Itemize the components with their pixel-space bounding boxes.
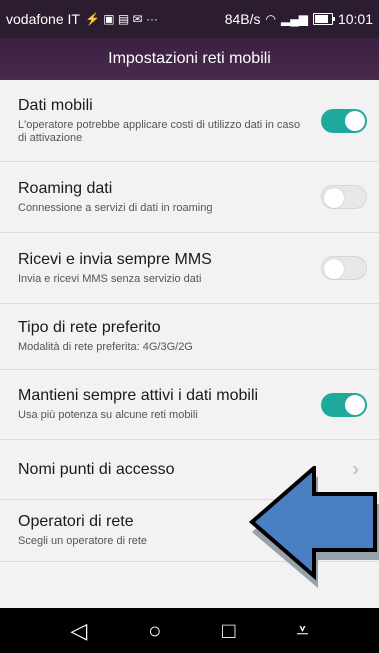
- setting-title: Roaming dati: [18, 179, 113, 197]
- setting-preferred-network[interactable]: Tipo di rete preferito Modalità di rete …: [0, 304, 379, 370]
- setting-subtitle: Connessione a servizi di dati in roaming: [18, 201, 213, 214]
- left-arrow-annotation-icon: [248, 466, 379, 588]
- setting-subtitle: Usa più potenza su alcune reti mobili: [18, 409, 198, 421]
- setting-subtitle: L'operatore potrebbe applicare costi di …: [18, 118, 301, 144]
- notification-pull-icon[interactable]: ⩡: [296, 619, 308, 642]
- always-on-data-toggle[interactable]: [321, 392, 367, 417]
- setting-always-on-data[interactable]: Mantieni sempre attivi i dati mobili Usa…: [0, 370, 379, 440]
- wifi-icon: ◠: [265, 12, 276, 26]
- home-icon[interactable]: ○: [148, 619, 161, 642]
- always-mms-toggle[interactable]: [321, 256, 367, 280]
- back-icon[interactable]: ◁: [70, 619, 87, 642]
- setting-title: Dati mobili: [18, 96, 93, 114]
- mobile-data-toggle[interactable]: [321, 108, 367, 133]
- battery-icon: [312, 13, 335, 25]
- page-title-bar: Impostazioni reti mobili: [0, 38, 379, 80]
- carrier-label: vodafone IT: [6, 11, 80, 27]
- setting-mobile-data[interactable]: Dati mobili L'operatore potrebbe applica…: [0, 80, 379, 162]
- navigation-bar: ◁ ○ □ ⩡: [0, 608, 379, 653]
- setting-title: Mantieni sempre attivi i dati mobili: [18, 387, 259, 404]
- setting-always-mms[interactable]: Ricevi e invia sempre MMS Invia e ricevi…: [0, 233, 379, 304]
- setting-title: Tipo di rete preferito: [18, 319, 161, 336]
- setting-title: Ricevi e invia sempre MMS: [18, 250, 212, 268]
- notification-icons: ⚡ ▣ ▤ ✉ ···: [84, 12, 158, 26]
- signal-icon: ▂▄▆: [280, 12, 308, 26]
- setting-data-roaming[interactable]: Roaming dati Connessione a servizi di da…: [0, 162, 379, 233]
- network-speed: 84B/s: [224, 11, 261, 27]
- clock: 10:01: [337, 11, 373, 27]
- page-title: Impostazioni reti mobili: [108, 50, 271, 67]
- data-roaming-toggle[interactable]: [321, 185, 367, 209]
- recents-icon[interactable]: □: [222, 619, 235, 642]
- setting-subtitle: Invia e ricevi MMS senza servizio dati: [18, 272, 202, 285]
- status-bar: vodafone IT ⚡ ▣ ▤ ✉ ··· 84B/s ◠ ▂▄▆ 10:0…: [0, 0, 379, 38]
- setting-subtitle: Modalità di rete preferita: 4G/3G/2G: [18, 341, 193, 353]
